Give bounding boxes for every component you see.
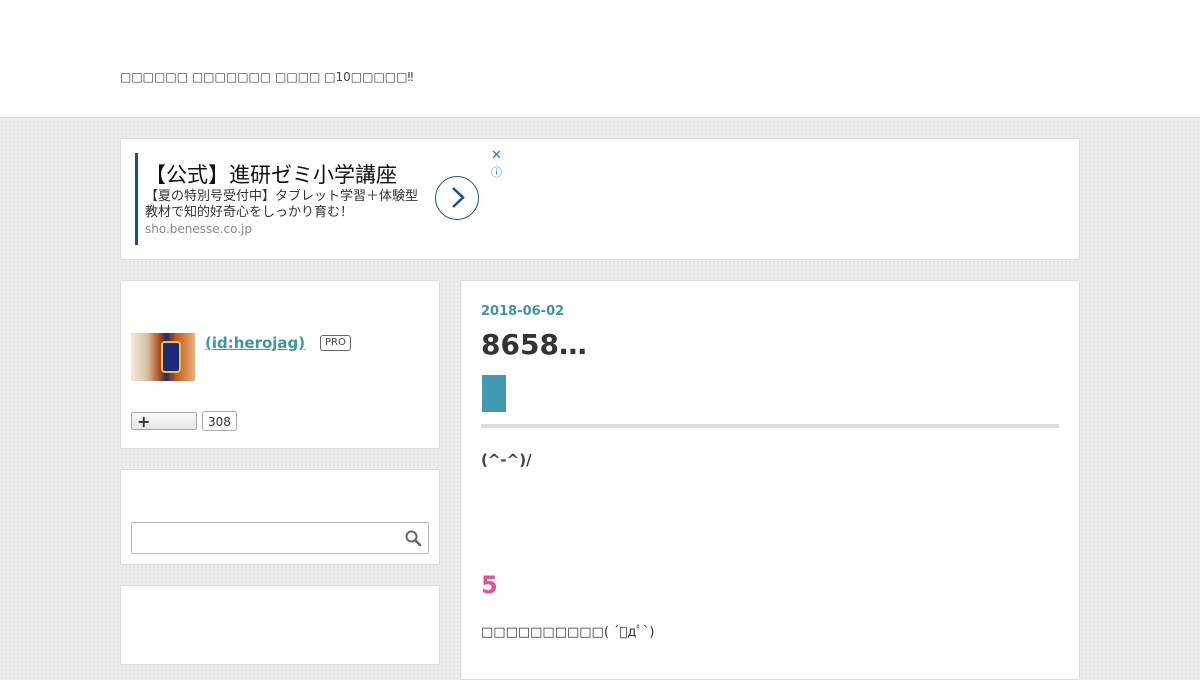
profile-name-link[interactable]: (id:herojag) bbox=[205, 334, 305, 352]
info-icon[interactable]: ⓘ bbox=[491, 166, 502, 179]
entry-card: 2018-06-02 8658… (^-^)/ 5 □□□□□□□□□□( ´ﾟ… bbox=[460, 280, 1080, 680]
follow-button[interactable]: + bbox=[131, 412, 197, 431]
profile-card: (id:herojag) PRO + 308 bbox=[120, 280, 440, 449]
search-icon[interactable] bbox=[404, 529, 422, 547]
divider bbox=[481, 424, 1059, 428]
blog-description: □□□□□□ □□□□□□□ □□□□ □10□□□□□‼ bbox=[120, 70, 414, 84]
avatar-graphic bbox=[161, 341, 181, 373]
ad-title[interactable]: 【公式】進研ゼミ小学講座 bbox=[145, 159, 397, 189]
ad-url[interactable]: sho.benesse.co.jp bbox=[145, 222, 252, 236]
entry-heading: 5 bbox=[481, 571, 498, 599]
entry-body-text: (^-^)/ bbox=[481, 451, 532, 469]
ad-accent-bar bbox=[135, 153, 138, 245]
blog-header: □□□□□□ □□□□□□□ □□□□ □10□□□□□‼ bbox=[0, 0, 1200, 118]
ad-banner[interactable]: 【公式】進研ゼミ小学講座 【夏の特別号受付中】タブレット学習＋体験型教材で知的好… bbox=[120, 138, 1080, 260]
follower-count: 308 bbox=[202, 411, 237, 431]
entry-title[interactable]: 8658… bbox=[481, 328, 587, 361]
entry-date[interactable]: 2018-06-02 bbox=[481, 304, 564, 319]
ad-text[interactable]: 【夏の特別号受付中】タブレット学習＋体験型教材で知的好奇心をしっかり育む！ bbox=[145, 189, 425, 221]
plus-icon: + bbox=[137, 412, 151, 431]
pro-badge: PRO bbox=[320, 335, 351, 351]
chevron-right-svg bbox=[452, 187, 465, 208]
entry-body-line: □□□□□□□□□□( ´ﾟдﾟ`) bbox=[481, 625, 655, 640]
chevron-right-icon[interactable] bbox=[435, 176, 479, 220]
sidebar-module bbox=[120, 585, 440, 665]
search-card bbox=[120, 469, 440, 565]
search-input[interactable] bbox=[131, 522, 429, 554]
close-icon[interactable]: ✕ bbox=[491, 149, 502, 163]
entry-category-tag[interactable] bbox=[482, 375, 506, 412]
avatar[interactable] bbox=[131, 333, 195, 381]
